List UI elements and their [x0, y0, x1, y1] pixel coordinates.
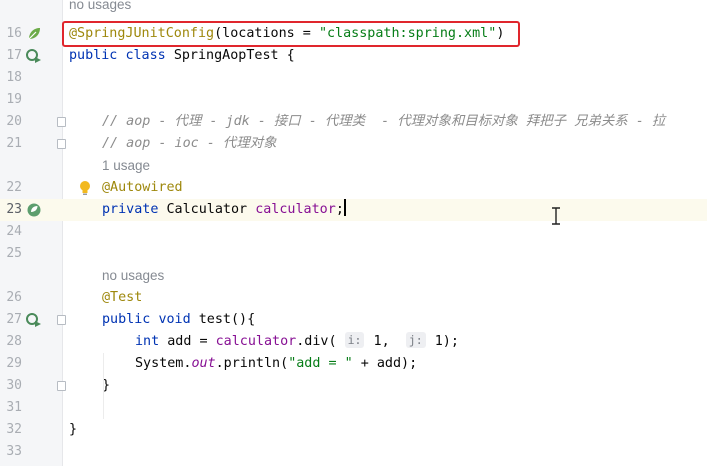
code-line-29[interactable]: 29 System.out.println("add = " + add);: [0, 353, 707, 375]
line-number: 33: [6, 444, 22, 459]
line-number: 21: [6, 136, 22, 151]
code-line-20[interactable]: 20 // aop - 代理 - jdk - 接口 - 代理类 - 代理对象和目…: [0, 111, 707, 133]
code-line-22[interactable]: 22 @Autowired: [0, 177, 707, 199]
fold-marker[interactable]: [57, 315, 66, 325]
code-line-21[interactable]: 21 // aop - ioc - 代理对象: [0, 133, 707, 155]
parameter-hint-i: i:: [344, 332, 365, 348]
parameter-hint-j: j:: [405, 332, 426, 348]
code-line-32[interactable]: 32 }: [0, 419, 707, 441]
code-line-25[interactable]: 25: [0, 243, 707, 265]
code-line-19[interactable]: 19: [0, 89, 707, 111]
code-text: public void test(){: [102, 312, 256, 327]
code-text: int add = calculator.div( i: 1, j: 1);: [135, 332, 459, 349]
line-number: 32: [6, 422, 22, 437]
line-number: 31: [6, 400, 22, 415]
fold-marker[interactable]: [57, 117, 66, 127]
code-line: 1 usage: [0, 155, 707, 177]
line-number: 22: [6, 180, 22, 195]
code-text: private Calculator calculator;: [102, 199, 346, 221]
line-number: 30: [6, 378, 22, 393]
code-text: public class SpringAopTest {: [69, 48, 295, 63]
line-number: 27: [6, 312, 22, 327]
code-text: System.out.println("add = " + add);: [135, 356, 418, 371]
line-number: 26: [6, 290, 22, 305]
fold-marker[interactable]: [57, 381, 66, 391]
text-cursor-icon: [551, 207, 561, 225]
line-number: 18: [6, 70, 22, 85]
usage-hint[interactable]: 1 usage: [102, 155, 150, 177]
code-text: @Autowired: [102, 180, 183, 195]
usage-hint[interactable]: no usages: [69, 0, 131, 16]
code-line-24[interactable]: 24: [0, 221, 707, 243]
intention-bulb-icon[interactable]: [78, 180, 92, 200]
code-line-23[interactable]: 23 private Calculator calculator;: [0, 199, 707, 221]
code-line-27[interactable]: 27 public void test(){: [0, 309, 707, 331]
code-line-31[interactable]: 31: [0, 397, 707, 419]
code-line: no usages: [0, 265, 707, 287]
line-number: 20: [6, 114, 22, 129]
fold-marker[interactable]: [57, 139, 66, 149]
comment-text: // aop - ioc - 代理对象: [102, 136, 277, 151]
run-test-class-icon[interactable]: [26, 48, 42, 64]
highlight-box: [62, 21, 520, 47]
code-line: no usages: [0, 0, 707, 22]
spring-bean-leaf-icon[interactable]: [26, 26, 42, 42]
comment-text: // aop - 代理 - jdk - 接口 - 代理类 - 代理对象和目标对象…: [102, 114, 666, 129]
code-line-33[interactable]: 33: [0, 441, 707, 463]
run-test-method-icon[interactable]: [26, 312, 42, 328]
code-text: @Test: [102, 290, 143, 305]
text-caret: [343, 199, 346, 216]
indent-guide: [103, 353, 104, 419]
line-number: 19: [6, 92, 22, 107]
line-number: 16: [6, 26, 22, 41]
spring-autowired-bean-icon[interactable]: [26, 202, 42, 218]
line-number: 25: [6, 246, 22, 261]
line-number: 28: [6, 334, 22, 349]
code-line-30[interactable]: 30 }: [0, 375, 707, 397]
usage-hint[interactable]: no usages: [102, 265, 164, 287]
line-number: 29: [6, 356, 22, 371]
code-line-17[interactable]: 17 public class SpringAopTest {: [0, 45, 707, 67]
code-line-18[interactable]: 18: [0, 67, 707, 89]
line-number: 17: [6, 48, 22, 63]
line-number: 24: [6, 224, 22, 239]
code-line-26[interactable]: 26 @Test: [0, 287, 707, 309]
code-line-28[interactable]: 28 int add = calculator.div( i: 1, j: 1)…: [0, 331, 707, 353]
code-text: }: [69, 422, 78, 437]
line-number: 23: [6, 202, 22, 217]
